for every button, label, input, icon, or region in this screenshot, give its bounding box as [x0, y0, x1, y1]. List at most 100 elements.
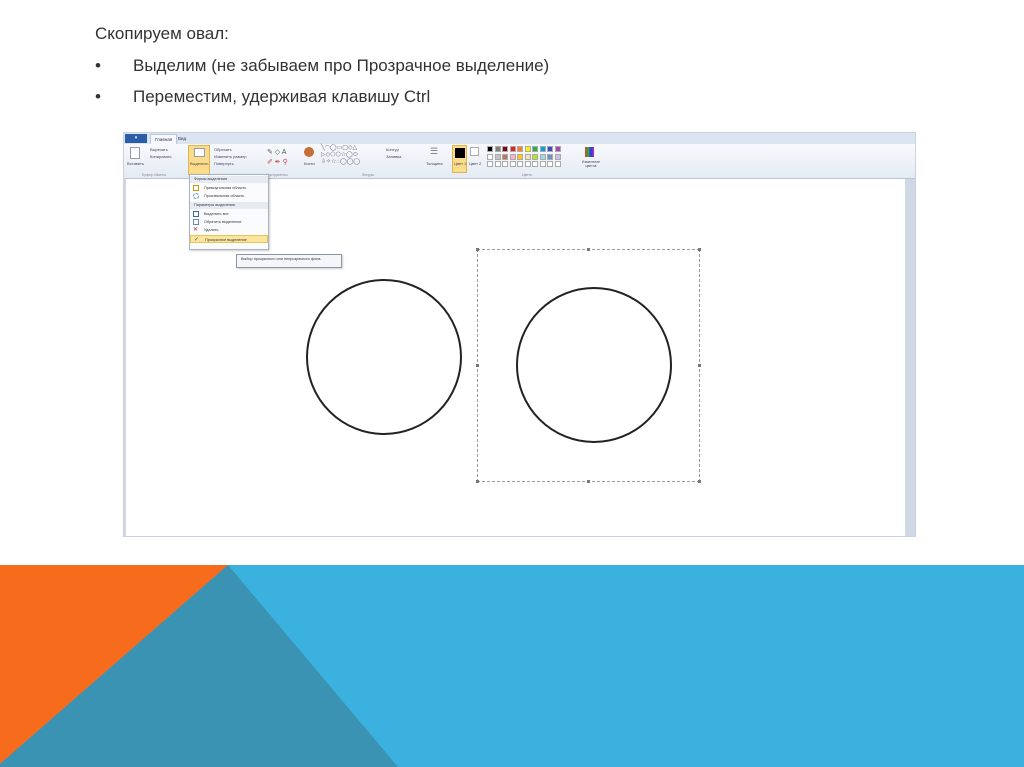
palette-color-swatch[interactable] [494, 153, 501, 160]
bullet-text: Выделим (не забываем про Прозрачное выде… [133, 56, 550, 75]
palette-color-swatch[interactable] [509, 153, 516, 160]
menu-item-label: Удалить [204, 228, 219, 232]
menu-item-delete[interactable]: ✕ Удалить [190, 226, 268, 234]
selection-handle[interactable] [587, 480, 590, 483]
menu-item-label: Прозрачное выделение [205, 238, 247, 242]
eraser-icon[interactable]: ✐ ✒ ⚲ [267, 158, 288, 166]
custom-color-slot[interactable] [524, 161, 531, 167]
custom-color-slot[interactable] [494, 161, 501, 167]
selection-handle[interactable] [698, 248, 701, 251]
palette-color-swatch[interactable] [547, 146, 553, 152]
palette-color-swatch[interactable] [539, 146, 546, 152]
fill-button[interactable]: Заливка [386, 154, 401, 159]
palette-color-swatch[interactable] [509, 146, 516, 152]
palette-color-swatch[interactable] [502, 153, 508, 160]
brush-icon [304, 147, 314, 157]
selection-handle[interactable] [476, 480, 479, 483]
custom-color-slot[interactable] [502, 161, 508, 167]
slide-title: Скопируем овал: [95, 24, 229, 43]
custom-color-slot[interactable] [554, 161, 561, 167]
color1-label: Цвет 1 [454, 161, 467, 166]
selection-handle[interactable] [698, 480, 701, 483]
shapes-group-label: Фигуры [362, 173, 375, 177]
custom-color-slot[interactable] [539, 161, 546, 167]
paste-button[interactable]: Вставить [127, 161, 144, 166]
palette-color-swatch[interactable] [502, 146, 508, 152]
tooltip: Выбор прозрачного или непрозрачного фона… [236, 254, 342, 268]
menu-item-invert[interactable]: Обратить выделение [190, 218, 268, 226]
rectangle-select-icon [193, 185, 199, 191]
select-all-icon [193, 211, 199, 217]
brushes-button[interactable]: Кисти [304, 161, 315, 166]
bullet-symbol: • [95, 56, 101, 75]
edit-colors-button[interactable]: Изменение цветов [576, 160, 606, 168]
palette-color-swatch[interactable] [524, 153, 531, 160]
menu-item-freeform[interactable]: Произвольная область [190, 192, 268, 200]
custom-color-slot[interactable] [509, 161, 516, 167]
menu-item-transparent-selection[interactable]: ✓ Прозрачное выделение [190, 235, 268, 243]
menu-item-label: Прямоугольная область [204, 186, 247, 190]
crop-button[interactable]: Обрезать [214, 147, 232, 152]
menu-item-label: Произвольная область [204, 194, 245, 198]
palette-color-swatch[interactable] [554, 153, 561, 160]
custom-color-slot[interactable] [517, 161, 523, 167]
clipboard-group-label: Буфер обмена [142, 173, 166, 177]
copy-button[interactable]: Копировать [150, 154, 172, 159]
palette-color-swatch[interactable] [547, 153, 553, 160]
select-dropdown-menu: Формы выделения Прямоугольная область Пр… [189, 174, 269, 250]
color1-swatch [455, 148, 465, 158]
menu-header-options: Параметры выделения [190, 202, 268, 209]
custom-color-slot[interactable] [532, 161, 538, 167]
palette-color-swatch[interactable] [539, 153, 546, 160]
selection-handle[interactable] [698, 364, 701, 367]
color2-swatch[interactable] [470, 147, 479, 156]
palette-color-swatch[interactable] [524, 146, 531, 152]
menu-item-label: Выделить все [204, 212, 229, 216]
outline-button[interactable]: Контур [386, 147, 399, 152]
paste-icon [130, 147, 140, 159]
selection-handle[interactable] [476, 364, 479, 367]
palette-color-swatch[interactable] [517, 153, 523, 160]
bullet-text: Переместим, удерживая клавишу Ctrl [133, 87, 431, 106]
ribbon-tabs: ▾ Главная Вид [124, 133, 915, 144]
paint-screenshot: ▾ Главная Вид Вставить Вырезать Копирова… [123, 132, 916, 537]
rotate-button[interactable]: Повернуть [214, 161, 234, 166]
custom-color-slot[interactable] [547, 161, 553, 167]
color2-button[interactable]: Цвет 2 [469, 161, 481, 166]
file-menu-button[interactable]: ▾ [125, 134, 147, 143]
delete-icon: ✕ [193, 227, 199, 233]
size-icon: ☰ [430, 146, 439, 156]
palette-color-swatch[interactable] [494, 146, 501, 152]
custom-color-slot[interactable] [487, 161, 493, 167]
palette-color-swatch[interactable] [532, 146, 538, 152]
invert-selection-icon [193, 219, 199, 225]
freeform-select-icon [193, 193, 199, 199]
palette-color-swatch[interactable] [554, 146, 561, 152]
selection-handle[interactable] [476, 248, 479, 251]
tab-view[interactable]: Вид [174, 134, 190, 144]
menu-item-rectangular[interactable]: Прямоугольная область [190, 184, 268, 192]
shapes-gallery[interactable]: ╲◠◯▭▢◇△ ▷◇⬠⬡☆◯⬭ ⇩✧☆◌◯◯◯ [321, 145, 360, 166]
menu-item-label: Обратить выделение [204, 220, 242, 224]
tools-group-label: Инструменты [266, 173, 288, 177]
palette-color-swatch[interactable] [517, 146, 523, 152]
menu-header-shapes: Формы выделения [190, 176, 268, 183]
edit-colors-icon [585, 147, 594, 157]
checkmark-icon: ✓ [194, 237, 200, 243]
cut-button[interactable]: Вырезать [150, 147, 168, 152]
select-icon [194, 148, 205, 157]
palette-color-swatch[interactable] [532, 153, 538, 160]
copied-oval[interactable] [516, 287, 672, 443]
menu-item-select-all[interactable]: Выделить все [190, 210, 268, 218]
select-label: Выделить [190, 161, 209, 166]
selection-handle[interactable] [587, 248, 590, 251]
palette-color-swatch[interactable] [487, 146, 493, 152]
select-button[interactable]: Выделить [188, 145, 210, 175]
palette-color-swatch[interactable] [487, 153, 493, 160]
pencil-icon[interactable]: ✎ ◇ A [267, 148, 286, 156]
color1-button[interactable]: Цвет 1 [452, 145, 467, 173]
resize-button[interactable]: Изменить размер [214, 154, 247, 159]
original-oval[interactable] [306, 279, 462, 435]
size-button[interactable]: Толщина [426, 161, 443, 166]
colors-group-label: Цвета [522, 173, 532, 177]
